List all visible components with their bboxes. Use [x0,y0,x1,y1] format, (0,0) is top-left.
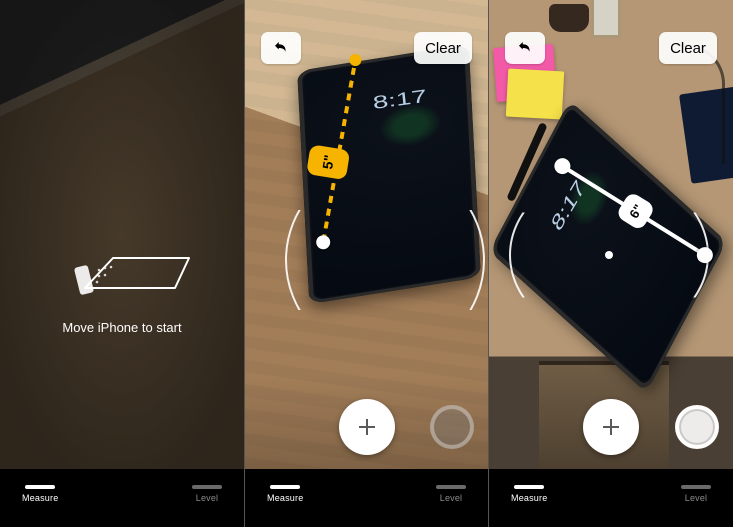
measure-tab-icon [270,485,300,489]
shutter-button[interactable] [430,405,474,449]
tab-level[interactable]: Level [192,485,222,503]
dimming-overlay [0,0,244,469]
add-point-button[interactable] [339,399,395,455]
photo-frame-prop [591,0,621,38]
action-row [245,397,488,457]
clear-button[interactable]: Clear [659,32,717,64]
tab-measure[interactable]: Measure [511,485,547,503]
tab-measure-label: Measure [267,493,303,503]
tab-level-label: Level [685,493,708,503]
tab-measure-label: Measure [511,493,547,503]
tab-level-label: Level [196,493,219,503]
camera-viewport: 8:17 5" Clear [245,0,488,469]
action-row [489,397,733,457]
intro-instruction: Move iPhone to start [37,320,207,335]
undo-icon [272,39,290,57]
plus-icon [599,415,623,439]
intro-panel: Move iPhone to start [37,244,207,335]
tab-bar: Measure Level [489,469,733,527]
measure-tab-icon [514,485,544,489]
undo-button[interactable] [505,32,545,64]
camera-viewport: 8:17 6" Clear [489,0,733,469]
clear-button-label: Clear [425,40,461,57]
add-point-button[interactable] [583,399,639,455]
level-tab-icon [436,485,466,489]
tab-measure[interactable]: Measure [267,485,303,503]
move-phone-icon [47,244,197,302]
measure-tab-icon [25,485,55,489]
mug-prop [549,4,589,32]
undo-button[interactable] [261,32,301,64]
tab-measure[interactable]: Measure [22,485,58,503]
tab-measure-label: Measure [22,493,58,503]
ar-reticle [285,160,485,360]
undo-icon [516,39,534,57]
sticky-note-yellow [506,69,564,120]
clear-button-label: Clear [670,40,706,57]
level-tab-icon [681,485,711,489]
tab-level-label: Level [440,493,463,503]
clear-button[interactable]: Clear [414,32,472,64]
reticle-center-dot [605,251,613,259]
target-phone-clock: 8:17 [372,86,428,114]
plus-icon [355,415,379,439]
tab-bar: Measure Level [0,469,244,527]
measurement-length-value: 6" [626,201,646,220]
screen-measured: 8:17 6" Clear [489,0,733,527]
screen-intro: Move iPhone to start Measure Level [0,0,244,527]
tab-level[interactable]: Level [436,485,466,503]
level-tab-icon [192,485,222,489]
measurement-length-label[interactable]: 5" [306,144,350,180]
tab-bar: Measure Level [245,469,488,527]
camera-viewport: Move iPhone to start [0,0,244,469]
shutter-button[interactable] [675,405,719,449]
screen-measuring: 8:17 5" Clear [245,0,488,527]
tab-level[interactable]: Level [681,485,711,503]
measurement-length-value: 5" [319,154,337,171]
